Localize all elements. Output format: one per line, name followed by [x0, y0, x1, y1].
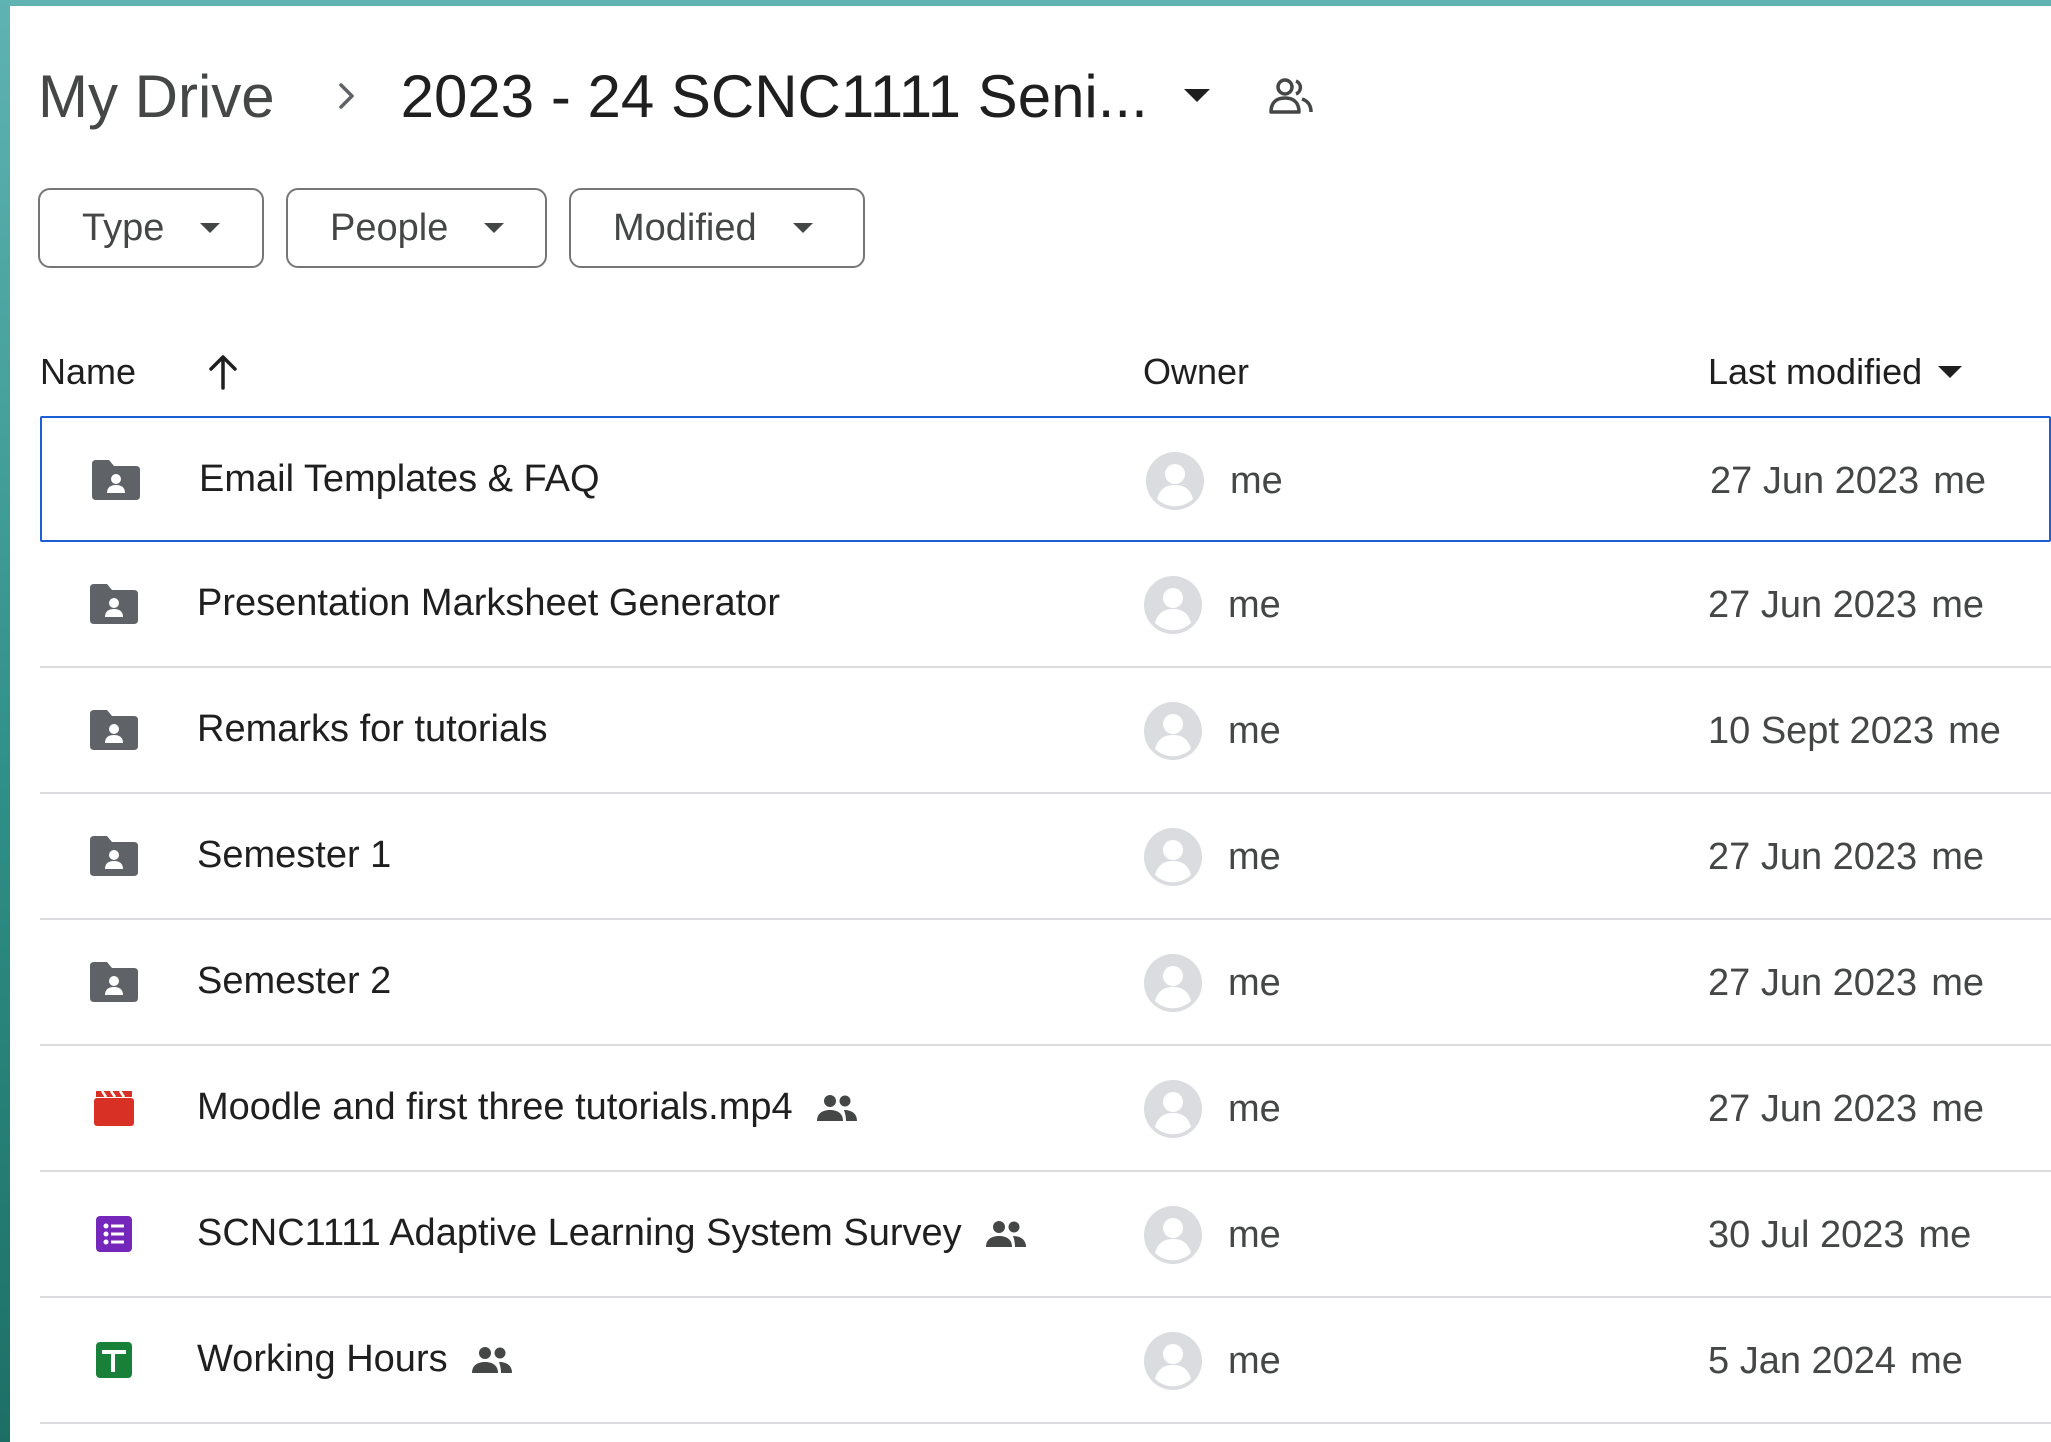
file-row[interactable]: Remarks for tutorials me 10 Sept 2023 me: [40, 668, 2051, 794]
sort-dropdown-icon[interactable]: [1938, 366, 1963, 378]
file-row[interactable]: Semester 2 me 27 Jun 2023 me: [40, 920, 2051, 1046]
file-modified-date: 27 Jun 2023: [1710, 460, 1920, 502]
column-header-last-modified[interactable]: Last modified: [1708, 346, 1963, 398]
file-modified-date: 10 Sept 2023: [1708, 710, 1935, 752]
file-name: SCNC1111 Adaptive Learning System Survey: [197, 1212, 962, 1254]
sheets-file-icon: [88, 1335, 140, 1385]
file-last-modified: 27 Jun 2023 me: [1710, 460, 1986, 503]
file-modified-date: 27 Jun 2023: [1708, 1088, 1918, 1130]
file-owner: me: [1228, 962, 1281, 1004]
owner-avatar-icon: [1144, 828, 1202, 886]
chevron-down-icon: [792, 223, 813, 233]
file-modified-by: me: [1948, 710, 2001, 752]
breadcrumb-root[interactable]: My Drive: [38, 62, 275, 131]
owner-avatar-icon: [1144, 576, 1202, 634]
file-name: Moodle and first three tutorials.mp4: [197, 1086, 793, 1128]
filter-modified-label: Modified: [613, 206, 757, 249]
file-owner: me: [1230, 460, 1283, 502]
column-header-last-modified-label: Last modified: [1708, 351, 1923, 392]
filter-modified-chip[interactable]: Modified: [569, 188, 865, 268]
file-name: Email Templates & FAQ: [199, 458, 600, 500]
owner-avatar-icon: [1146, 452, 1204, 510]
filter-people-label: People: [330, 206, 449, 249]
file-last-modified: 30 Jul 2023 me: [1708, 1214, 1971, 1257]
file-modified-date: 27 Jun 2023: [1708, 836, 1918, 878]
file-row[interactable]: Moodle and first three tutorials.mp4 me …: [40, 1046, 2051, 1172]
file-modified-date: 27 Jun 2023: [1708, 962, 1918, 1004]
chevron-down-icon: [484, 223, 505, 233]
video-file-icon: [88, 1083, 140, 1133]
sort-ascending-arrow-icon[interactable]: [206, 346, 240, 398]
shared-people-icon: [815, 1093, 859, 1123]
file-row[interactable]: Presentation Marksheet Generator me 27 J…: [40, 542, 2051, 668]
file-last-modified: 27 Jun 2023 me: [1708, 584, 1984, 627]
shared-people-icon: [984, 1219, 1028, 1249]
filter-type-chip[interactable]: Type: [38, 188, 264, 268]
file-row[interactable]: SCNC1111 Adaptive Learning System Survey…: [40, 1172, 2051, 1298]
owner-avatar-icon: [1144, 1206, 1202, 1264]
file-modified-by: me: [1933, 460, 1986, 502]
file-modified-by: me: [1931, 962, 1984, 1004]
file-last-modified: 27 Jun 2023 me: [1708, 962, 1984, 1005]
file-modified-date: 30 Jul 2023: [1708, 1214, 1905, 1256]
shared-folder-icon: [88, 705, 140, 755]
file-modified-date: 5 Jan 2024: [1708, 1340, 1897, 1382]
file-list: Email Templates & FAQ me 27 Jun 2023 me P…: [40, 416, 2051, 1424]
file-owner: me: [1228, 1340, 1281, 1382]
file-name: Presentation Marksheet Generator: [197, 582, 780, 624]
owner-avatar-icon: [1144, 702, 1202, 760]
file-name: Semester 1: [197, 834, 392, 876]
file-name: Working Hours: [197, 1338, 448, 1380]
file-owner: me: [1228, 710, 1281, 752]
chevron-down-icon: [200, 223, 221, 233]
shared-folder-icon: [88, 957, 140, 1007]
shared-people-icon: [470, 1345, 514, 1375]
owner-avatar-icon: [1144, 954, 1202, 1012]
file-name: Semester 2: [197, 960, 392, 1002]
column-header-name[interactable]: Name: [40, 346, 136, 398]
file-row[interactable]: Email Templates & FAQ me 27 Jun 2023 me: [40, 416, 2051, 542]
file-last-modified: 10 Sept 2023 me: [1708, 710, 2001, 753]
filter-chips: Type People Modified: [38, 188, 865, 268]
shared-folder-icon: [88, 579, 140, 629]
breadcrumb-current-folder[interactable]: 2023 - 24 SCNC1111 Seni...: [401, 62, 1148, 131]
filter-type-label: Type: [82, 206, 165, 249]
file-modified-by: me: [1931, 584, 1984, 626]
breadcrumb: My Drive 2023 - 24 SCNC1111 Seni...: [38, 56, 1314, 136]
file-modified-by: me: [1918, 1214, 1972, 1256]
chevron-right-icon: [337, 81, 357, 111]
forms-file-icon: [88, 1209, 140, 1259]
file-owner: me: [1228, 584, 1281, 626]
drive-panel: My Drive 2023 - 24 SCNC1111 Seni... Type…: [10, 6, 2051, 1442]
shared-folder-icon: [90, 455, 142, 505]
file-modified-by: me: [1931, 1088, 1984, 1130]
filter-people-chip[interactable]: People: [286, 188, 547, 268]
file-row[interactable]: Semester 1 me 27 Jun 2023 me: [40, 794, 2051, 920]
file-modified-by: me: [1910, 1340, 1963, 1382]
file-row[interactable]: Working Hours me 5 Jan 2024 me: [40, 1298, 2051, 1424]
file-last-modified: 27 Jun 2023 me: [1708, 836, 1984, 879]
owner-avatar-icon: [1144, 1080, 1202, 1138]
column-header-owner[interactable]: Owner: [1143, 346, 1249, 398]
file-owner: me: [1228, 1214, 1281, 1256]
folder-menu-dropdown-icon[interactable]: [1183, 89, 1210, 103]
file-owner: me: [1228, 1088, 1281, 1130]
owner-avatar-icon: [1144, 1332, 1202, 1390]
shared-folder-icon: [88, 831, 140, 881]
file-last-modified: 27 Jun 2023 me: [1708, 1088, 1984, 1131]
file-name: Remarks for tutorials: [197, 708, 548, 750]
shared-folder-people-icon[interactable]: [1268, 76, 1314, 116]
file-modified-date: 27 Jun 2023: [1708, 584, 1918, 626]
file-last-modified: 5 Jan 2024 me: [1708, 1340, 1963, 1383]
file-modified-by: me: [1931, 836, 1984, 878]
file-owner: me: [1228, 836, 1281, 878]
